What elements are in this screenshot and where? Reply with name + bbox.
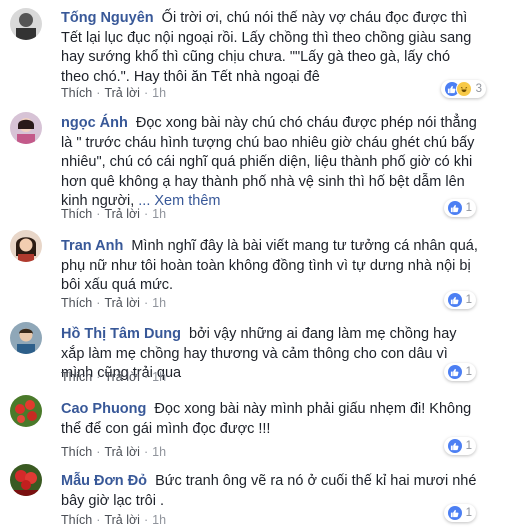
reply-link[interactable]: Trả lời xyxy=(104,513,140,527)
like-icon xyxy=(447,201,462,215)
avatar[interactable] xyxy=(10,322,42,354)
reaction-summary[interactable]: 3 xyxy=(440,80,486,98)
timestamp[interactable]: 1h xyxy=(152,296,166,310)
timestamp[interactable]: 1h xyxy=(152,370,166,384)
separator: · xyxy=(96,445,101,459)
commenter-name[interactable]: ngọc Ánh xyxy=(61,115,128,131)
timestamp[interactable]: 1h xyxy=(152,207,166,221)
separator: · xyxy=(143,86,149,100)
separator: · xyxy=(96,296,101,310)
avatar[interactable] xyxy=(10,8,42,40)
separator: · xyxy=(96,86,101,100)
separator: · xyxy=(96,370,101,384)
reaction-count: 1 xyxy=(465,366,472,378)
reply-link[interactable]: Trả lời xyxy=(104,86,140,100)
reaction-count: 1 xyxy=(465,202,472,214)
separator: · xyxy=(143,370,149,384)
reply-link[interactable]: Trả lời xyxy=(104,207,140,221)
timestamp[interactable]: 1h xyxy=(152,513,166,527)
like-link[interactable]: Thích xyxy=(61,296,92,310)
reaction-count: 3 xyxy=(475,83,482,95)
timestamp[interactable]: 1h xyxy=(152,445,166,459)
commenter-name[interactable]: Cao Phuong xyxy=(61,401,146,417)
avatar[interactable] xyxy=(10,112,42,144)
like-link[interactable]: Thích xyxy=(61,513,92,527)
commenter-name[interactable]: Hồ Thị Tâm Dung xyxy=(61,326,181,342)
haha-icon xyxy=(455,81,472,97)
like-link[interactable]: Thích xyxy=(61,445,92,459)
reaction-summary[interactable]: 1 xyxy=(443,199,476,217)
separator: · xyxy=(143,445,149,459)
like-icon xyxy=(447,293,462,307)
commenter-name[interactable]: Tống Nguyên xyxy=(61,10,154,26)
reply-link[interactable]: Trả lời xyxy=(104,445,140,459)
like-link[interactable]: Thích xyxy=(61,207,92,221)
reply-link[interactable]: Trả lời xyxy=(104,296,140,310)
reaction-summary[interactable]: 1 xyxy=(443,291,476,309)
reaction-count: 1 xyxy=(465,294,472,306)
separator: · xyxy=(143,513,149,527)
reaction-summary[interactable]: 1 xyxy=(443,504,476,522)
commenter-name[interactable]: Mẫu Đơn Đỏ xyxy=(61,473,147,489)
avatar[interactable] xyxy=(10,230,42,262)
timestamp[interactable]: 1h xyxy=(152,86,166,100)
like-link[interactable]: Thích xyxy=(61,86,92,100)
like-link[interactable]: Thích xyxy=(61,370,92,384)
reaction-count: 1 xyxy=(465,507,472,519)
reaction-summary[interactable]: 1 xyxy=(443,363,476,381)
separator: · xyxy=(96,513,101,527)
reaction-count: 1 xyxy=(465,440,472,452)
separator: · xyxy=(143,296,149,310)
like-icon xyxy=(447,365,462,379)
avatar[interactable] xyxy=(10,395,42,427)
separator: · xyxy=(143,207,149,221)
reply-link[interactable]: Trả lời xyxy=(104,370,140,384)
commenter-name[interactable]: Tran Anh xyxy=(61,238,123,254)
separator: · xyxy=(96,207,101,221)
reaction-summary[interactable]: 1 xyxy=(443,437,476,455)
like-icon xyxy=(447,506,462,520)
avatar[interactable] xyxy=(10,464,42,496)
like-icon xyxy=(447,439,462,453)
comment-text: Mình nghĩ đây là bài viết mang tư tưởng … xyxy=(61,238,478,293)
